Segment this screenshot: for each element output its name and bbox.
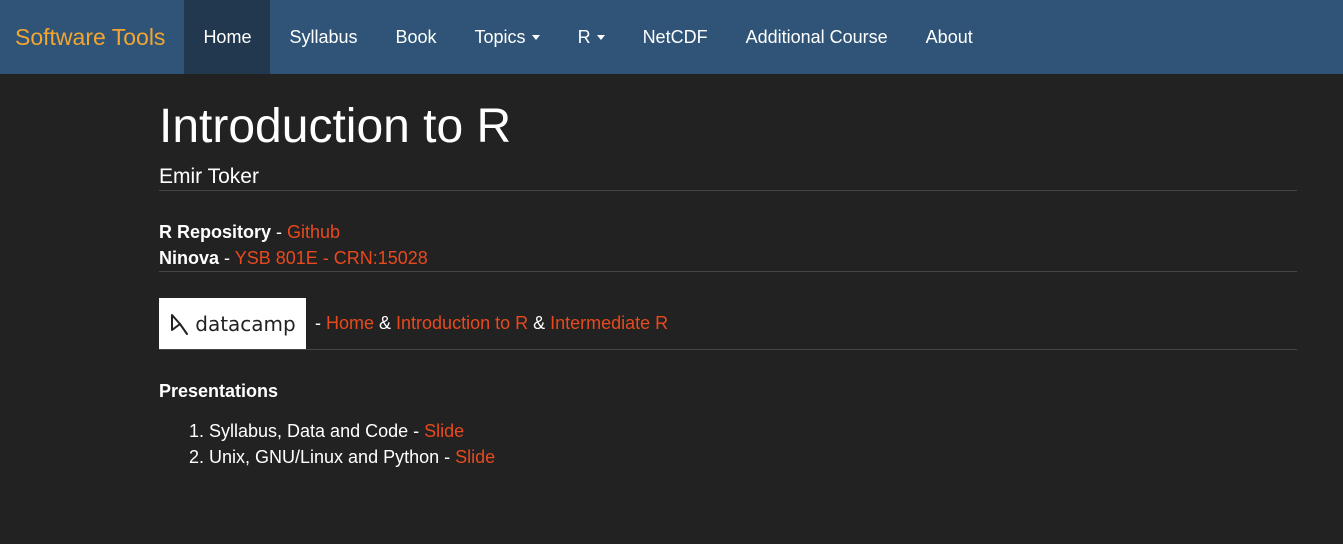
list-item: Unix, GNU/Linux and Python - Slide — [209, 444, 1297, 470]
repo-separator: - — [271, 222, 288, 242]
brand-link[interactable]: Software Tools — [0, 0, 180, 74]
datacamp-row: datacamp - Home & Introduction to R & In… — [159, 298, 1297, 349]
caret-down-icon — [596, 34, 605, 40]
nav-item-label: About — [925, 26, 973, 47]
divider — [159, 349, 1297, 350]
divider — [159, 271, 1297, 272]
datacamp-logo-text: datacamp — [195, 311, 296, 336]
nav-item-about[interactable]: About — [907, 0, 992, 74]
presentation-title: Syllabus, Data and Code - — [209, 421, 425, 441]
nav-item-label: Additional Course — [745, 26, 888, 47]
nav-item-r-dropdown[interactable]: R — [559, 0, 624, 74]
presentations-list: Syllabus, Data and Code - Slide Unix, GN… — [159, 418, 1297, 470]
datacamp-mark-icon — [171, 313, 189, 335]
caret-down-icon — [531, 34, 540, 40]
resource-links: R Repository - Github Ninova - YSB 801E … — [159, 219, 1297, 271]
top-navbar: Software Tools Home Syllabus Book Topics… — [0, 0, 1343, 74]
nav-menu: Home Syllabus Book Topics R NetCDF Addit… — [184, 0, 991, 74]
nav-item-topics-dropdown[interactable]: Topics — [456, 0, 559, 74]
presentations-heading: Presentations — [159, 381, 279, 401]
divider — [159, 190, 1297, 191]
nav-item-label: Syllabus — [289, 26, 358, 47]
presentation-title: Unix, GNU/Linux and Python - — [209, 447, 456, 467]
ninova-separator: - — [219, 248, 235, 268]
ninova-line: Ninova - YSB 801E - CRN:15028 — [159, 245, 1297, 271]
repo-line: R Repository - Github — [159, 219, 1297, 245]
datacamp-intermediate-r-link[interactable]: Intermediate R — [550, 313, 668, 334]
ninova-label: Ninova — [159, 248, 220, 268]
nav-item-label: Book — [395, 26, 437, 47]
nav-item-label: Topics — [474, 26, 526, 47]
ampersand: & — [374, 313, 397, 333]
nav-item-syllabus[interactable]: Syllabus — [270, 0, 376, 74]
slide-link[interactable]: Slide — [424, 421, 464, 441]
nav-item-label: R — [577, 26, 591, 47]
datacamp-intro-r-link[interactable]: Introduction to R — [396, 313, 528, 334]
repo-label: R Repository — [159, 222, 272, 242]
page-title: Introduction to R — [159, 100, 512, 153]
page-author: Emir Toker — [159, 165, 259, 188]
nav-item-label: Home — [203, 26, 252, 47]
datacamp-home-link[interactable]: Home — [326, 313, 374, 334]
slide-link[interactable]: Slide — [455, 447, 495, 467]
list-item: Syllabus, Data and Code - Slide — [209, 418, 1297, 444]
nav-item-additional-course[interactable]: Additional Course — [727, 0, 907, 74]
main-content: Introduction to R Emir Toker R Repositor… — [159, 74, 1297, 470]
ninova-course-link[interactable]: YSB 801E - CRN:15028 — [235, 248, 428, 268]
ampersand: & — [528, 313, 551, 333]
nav-item-label: NetCDF — [642, 26, 708, 47]
github-link[interactable]: Github — [287, 222, 340, 242]
datacamp-separator: - — [310, 313, 326, 333]
nav-item-home[interactable]: Home — [184, 0, 271, 74]
datacamp-logo[interactable]: datacamp — [159, 298, 306, 349]
nav-item-netcdf[interactable]: NetCDF — [624, 0, 727, 74]
nav-item-book[interactable]: Book — [377, 0, 456, 74]
